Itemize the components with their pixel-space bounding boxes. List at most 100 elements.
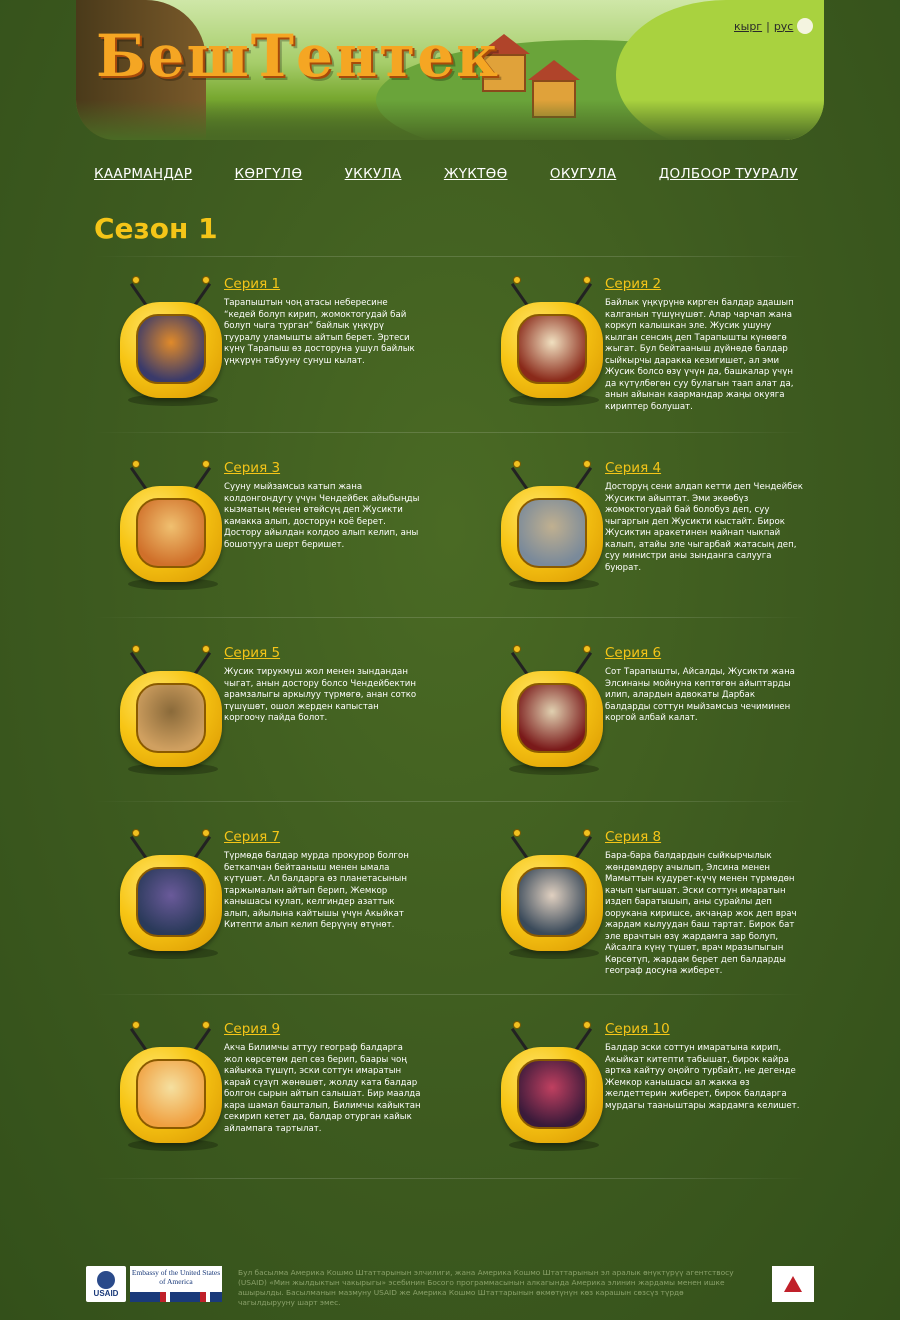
- tv-thumbnail[interactable]: [499, 460, 605, 596]
- tv-antenna-tip: [202, 829, 210, 837]
- banner-house-roof: [528, 60, 580, 80]
- nav-item-read[interactable]: ОКУГУЛА: [550, 166, 616, 182]
- star-icon: [784, 1276, 802, 1292]
- divider: [94, 256, 806, 257]
- nav-item-characters[interactable]: КААРМАНДАР: [94, 166, 192, 182]
- tv-antenna-tip: [513, 460, 521, 468]
- episode-card[interactable]: Серия 3 Сууну мыйзамсыз катып жана колдон…: [118, 460, 428, 630]
- tv-antenna-tip: [513, 276, 521, 284]
- tv-antenna-tip: [132, 645, 140, 653]
- episode-still: [136, 683, 206, 753]
- tv-antenna-tip: [202, 276, 210, 284]
- episode-still: [517, 683, 587, 753]
- tv-antenna-tip: [583, 276, 591, 284]
- episode-title-link[interactable]: Серия 1: [224, 276, 280, 292]
- tv-antenna-tip: [513, 1021, 521, 1029]
- episode-title-link[interactable]: Серия 2: [605, 276, 661, 292]
- divider: [94, 994, 806, 995]
- episode-description: Бара-бара балдардын сыйкырчылык жөндөмдө…: [605, 851, 797, 976]
- tv-antenna-tip: [132, 1021, 140, 1029]
- episode-description: Тарапыштын чоң атасы небересине “кедей б…: [224, 298, 415, 366]
- tv-antenna-tip: [583, 1021, 591, 1029]
- footer-disclaimer: Бул басылма Америка Кошмо Штаттарынын эл…: [238, 1268, 734, 1307]
- tv-antenna-tip: [132, 276, 140, 284]
- usaid-logo[interactable]: USAID: [86, 1266, 126, 1302]
- episode-still: [136, 867, 206, 937]
- embassy-logo[interactable]: Embassy of the United States of America: [130, 1266, 222, 1302]
- episode-card[interactable]: Серия 1 Тарапыштын чоң атасы небересине “…: [118, 276, 428, 446]
- divider: [94, 801, 806, 802]
- episode-still: [136, 314, 206, 384]
- episode-description: Жусик тирукмуш жол менен зындандан чыгат…: [224, 667, 417, 723]
- millennium-challenge-logo[interactable]: [772, 1266, 814, 1302]
- main-nav: КААРМАНДАР КӨРГҮЛӨ УККУЛА ЖҮКТӨӨ ОКУГУЛА…: [94, 166, 798, 182]
- episode-card[interactable]: Серия 9 Акча Билимчы аттуу географ балдар…: [118, 1021, 428, 1191]
- episode-description: Балдар эски соттун имаратына кирип, Акый…: [605, 1043, 800, 1111]
- episode-still: [136, 498, 206, 568]
- episode-title-link[interactable]: Серия 7: [224, 829, 280, 845]
- tv-antenna-tip: [202, 1021, 210, 1029]
- tv-thumbnail[interactable]: [118, 829, 224, 965]
- episode-description: Байлык үңкүрүнө кирген балдар адашып кал…: [605, 298, 794, 412]
- episode-title-link[interactable]: Серия 9: [224, 1021, 280, 1037]
- divider: [94, 432, 806, 433]
- episode-description: Досторуң сени алдап кетти деп Чендейбек …: [605, 482, 803, 573]
- nav-item-download[interactable]: ЖҮКТӨӨ: [444, 166, 508, 182]
- episode-still: [517, 1059, 587, 1129]
- lang-kyrgyz-link[interactable]: кырг: [734, 20, 762, 33]
- tv-thumbnail[interactable]: [499, 645, 605, 781]
- divider: [94, 617, 806, 618]
- cloud-icon: [797, 18, 814, 34]
- episode-card[interactable]: Серия 6 Сот Тарапышты, Айсалды, Жусикти ж…: [499, 645, 809, 815]
- season-title: Сезон 1: [94, 212, 218, 245]
- episode-description: Түрмөдө балдар мурда прокурор болгон бет…: [224, 851, 409, 930]
- nav-item-about[interactable]: ДОЛБООР ТУУРАЛУ: [659, 166, 798, 182]
- episode-title-link[interactable]: Серия 4: [605, 460, 661, 476]
- episode-card[interactable]: Серия 2 Байлык үңкүрүнө кирген балдар ада…: [499, 276, 809, 446]
- site-logo[interactable]: БешТентек: [96, 22, 500, 90]
- episode-title-link[interactable]: Серия 3: [224, 460, 280, 476]
- usaid-logo-text: USAID: [93, 1288, 119, 1298]
- episode-card[interactable]: Серия 7 Түрмөдө балдар мурда прокурор бол…: [118, 829, 428, 999]
- tv-thumbnail[interactable]: [118, 645, 224, 781]
- tv-thumbnail[interactable]: [118, 276, 224, 412]
- flag-stripe: [130, 1292, 222, 1302]
- episode-title-link[interactable]: Серия 5: [224, 645, 280, 661]
- language-switcher: кырг | рус: [734, 18, 814, 34]
- tv-thumbnail[interactable]: [499, 1021, 605, 1157]
- tv-antenna-tip: [132, 829, 140, 837]
- nav-item-watch[interactable]: КӨРГҮЛӨ: [235, 166, 303, 182]
- tv-thumbnail[interactable]: [499, 276, 605, 412]
- tv-antenna-tip: [583, 829, 591, 837]
- tv-antenna-tip: [583, 645, 591, 653]
- tv-thumbnail[interactable]: [499, 829, 605, 965]
- tv-antenna-tip: [202, 645, 210, 653]
- tv-antenna-tip: [513, 829, 521, 837]
- episode-description: Сот Тарапышты, Айсалды, Жусикти жана Элс…: [605, 667, 795, 723]
- episode-title-link[interactable]: Серия 6: [605, 645, 661, 661]
- episode-card[interactable]: Серия 5 Жусик тирукмуш жол менен зынданда…: [118, 645, 428, 815]
- lang-russian-link[interactable]: рус: [774, 20, 794, 33]
- episode-still: [517, 867, 587, 937]
- tv-thumbnail[interactable]: [118, 1021, 224, 1157]
- tv-antenna-tip: [202, 460, 210, 468]
- usaid-seal-icon: [97, 1270, 115, 1289]
- tv-antenna-tip: [583, 460, 591, 468]
- tv-antenna-tip: [513, 645, 521, 653]
- episode-card[interactable]: Серия 8 Бара-бара балдардын сыйкырчылык ж…: [499, 829, 809, 999]
- nav-item-listen[interactable]: УККУЛА: [345, 166, 402, 182]
- episode-description: Сууну мыйзамсыз катып жана колдонгондугу…: [224, 482, 420, 550]
- embassy-logo-text: Embassy of the United States of America: [131, 1268, 221, 1286]
- episode-title-link[interactable]: Серия 10: [605, 1021, 670, 1037]
- episode-still: [517, 498, 587, 568]
- episode-card[interactable]: Серия 10 Балдар эски соттун имаратына кир…: [499, 1021, 809, 1191]
- tv-thumbnail[interactable]: [118, 460, 224, 596]
- episode-still: [136, 1059, 206, 1129]
- footer: USAID Embassy of the United States of Am…: [86, 1266, 816, 1307]
- episode-still: [517, 314, 587, 384]
- divider: [94, 1178, 806, 1179]
- episode-description: Акча Билимчы аттуу географ балдарга жол …: [224, 1043, 421, 1134]
- lang-separator: |: [766, 19, 770, 33]
- episode-card[interactable]: Серия 4 Досторуң сени алдап кетти деп Чен…: [499, 460, 809, 630]
- episode-title-link[interactable]: Серия 8: [605, 829, 661, 845]
